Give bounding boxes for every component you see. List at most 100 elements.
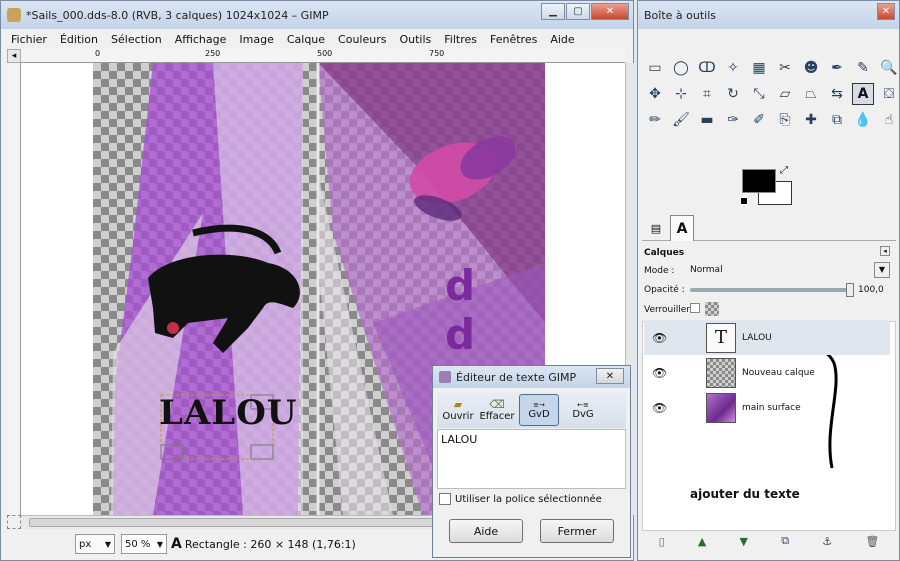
swap-colors-icon[interactable]: ⤢ bbox=[780, 165, 788, 176]
opacity-slider[interactable] bbox=[690, 283, 854, 297]
menu-edition[interactable]: Édition bbox=[60, 33, 98, 46]
lock-alpha-checkbox[interactable] bbox=[705, 302, 719, 316]
maximize-button[interactable]: ▢ bbox=[566, 3, 590, 20]
menu-aide[interactable]: Aide bbox=[550, 33, 574, 46]
use-font-label[interactable]: Utiliser la police sélectionnée bbox=[455, 494, 602, 505]
zoom-icon[interactable]: 🔍 bbox=[878, 57, 900, 79]
smudge-icon[interactable]: ☝ bbox=[878, 109, 900, 131]
pencil-icon[interactable]: ✏ bbox=[644, 109, 666, 131]
layer-name[interactable]: LALOU bbox=[742, 333, 772, 343]
anchor-layer-icon[interactable]: ⚓ bbox=[822, 535, 832, 548]
bucket-fill-icon[interactable]: ⛋ bbox=[878, 83, 900, 105]
duplicate-layer-icon[interactable]: ⧉ bbox=[781, 534, 789, 548]
magic-wand-icon[interactable]: ✧ bbox=[722, 57, 744, 79]
default-colors-icon[interactable] bbox=[740, 197, 748, 205]
rtl-button[interactable]: ←≡ DvG bbox=[563, 401, 603, 420]
horizontal-ruler[interactable]: 0 250 500 750 bbox=[21, 49, 625, 63]
quick-mask-toggle[interactable] bbox=[7, 515, 21, 529]
tab-text-tool[interactable]: A bbox=[670, 215, 694, 241]
eye-icon[interactable]: 👁 bbox=[652, 331, 667, 345]
minimize-button[interactable]: ▁ bbox=[541, 3, 565, 20]
unit-select[interactable]: px ▼ bbox=[75, 534, 115, 554]
mode-select[interactable]: Normal ▼ bbox=[690, 262, 890, 278]
clone-icon[interactable]: ⎘ bbox=[774, 109, 796, 131]
menu-calque[interactable]: Calque bbox=[287, 33, 325, 46]
move-icon[interactable]: ✥ bbox=[644, 83, 666, 105]
rotate-icon[interactable]: ↻ bbox=[722, 83, 744, 105]
raise-layer-icon[interactable]: ▲ bbox=[698, 535, 706, 548]
lasso-icon[interactable]: ↀ bbox=[696, 57, 718, 79]
text-editor-close-button[interactable]: ✕ bbox=[596, 368, 624, 384]
color-picker-icon[interactable]: ✎ bbox=[852, 57, 874, 79]
flip-icon[interactable]: ⇆ bbox=[826, 83, 848, 105]
menu-image[interactable]: Image bbox=[239, 33, 273, 46]
text-tool-icon[interactable]: A bbox=[852, 83, 874, 105]
menu-affichage[interactable]: Affichage bbox=[175, 33, 227, 46]
menu-outils[interactable]: Outils bbox=[399, 33, 431, 46]
layer-row-lalou[interactable]: 👁 T LALOU bbox=[644, 320, 890, 355]
menu-filtres[interactable]: Filtres bbox=[444, 33, 477, 46]
canvas-lalou-text[interactable]: LALOU bbox=[159, 393, 297, 433]
menu-fichier[interactable]: Fichier bbox=[11, 33, 47, 46]
text-area[interactable]: LALOU bbox=[437, 429, 626, 489]
menu-selection[interactable]: Sélection bbox=[111, 33, 162, 46]
opacity-handle[interactable] bbox=[846, 283, 854, 297]
foreground-color[interactable] bbox=[742, 169, 776, 193]
shear-icon[interactable]: ▱ bbox=[774, 83, 796, 105]
rtl-label: DvG bbox=[572, 408, 594, 420]
layer-name[interactable]: Nouveau calque bbox=[742, 368, 815, 378]
layer-row-main-surface[interactable]: 👁 main surface bbox=[644, 390, 890, 425]
ellipse-select-icon[interactable]: ◯ bbox=[670, 57, 692, 79]
eye-icon[interactable]: 👁 bbox=[652, 401, 667, 415]
opacity-value[interactable]: 100,0 bbox=[858, 285, 884, 295]
close-label: Fermer bbox=[557, 524, 597, 538]
layer-buttons: ▯ ▲ ▼ ⧉ ⚓ 🗑 bbox=[642, 531, 896, 551]
help-button[interactable]: Aide bbox=[449, 519, 523, 543]
layer-name[interactable]: main surface bbox=[742, 403, 801, 413]
airbrush-icon[interactable]: ✑ bbox=[722, 109, 744, 131]
toolbox-close-button[interactable]: ✕ bbox=[877, 3, 895, 20]
close-dialog-button[interactable]: Fermer bbox=[540, 519, 614, 543]
ruler-corner[interactable]: ◂ bbox=[7, 49, 21, 63]
layer-row-nouveau-calque[interactable]: 👁 Nouveau calque bbox=[644, 355, 890, 390]
eraser-icon[interactable]: ▬ bbox=[696, 109, 718, 131]
menu-fenetres[interactable]: Fenêtres bbox=[490, 33, 537, 46]
use-font-checkbox[interactable] bbox=[439, 493, 451, 505]
tab-layers[interactable]: ▤ bbox=[644, 217, 668, 239]
vertical-ruler[interactable] bbox=[7, 63, 21, 515]
zoom-select[interactable]: 50 % ▼ bbox=[121, 534, 167, 554]
mode-value: Normal bbox=[690, 265, 723, 275]
opacity-fill bbox=[690, 288, 850, 292]
eye-icon[interactable]: 👁 bbox=[652, 366, 667, 380]
blur-icon[interactable]: 💧 bbox=[852, 109, 874, 131]
paintbrush-icon[interactable]: 🖌 bbox=[670, 109, 692, 131]
image-window-titlebar[interactable]: *Sails_000.dds-8.0 (RVB, 3 calques) 1024… bbox=[1, 1, 633, 29]
rect-select-icon[interactable]: ▭ bbox=[644, 57, 666, 79]
paths-icon[interactable]: ✒ bbox=[826, 57, 848, 79]
ink-icon[interactable]: ✐ bbox=[748, 109, 770, 131]
crop-icon[interactable]: ⌗ bbox=[696, 83, 718, 105]
lower-layer-icon[interactable]: ▼ bbox=[740, 535, 748, 548]
scissors-icon[interactable]: ✂ bbox=[774, 57, 796, 79]
align-icon[interactable]: ⊹ bbox=[670, 83, 692, 105]
open-button[interactable]: ▰ Ouvrir bbox=[441, 398, 475, 422]
ltr-button[interactable]: ≡→ GvD bbox=[519, 394, 559, 426]
panel-menu-button[interactable]: ◂ bbox=[880, 246, 890, 256]
color-swatches: ⤢ bbox=[740, 165, 796, 211]
color-select-icon[interactable]: ▦ bbox=[748, 57, 770, 79]
close-button[interactable]: ✕ bbox=[591, 3, 629, 20]
app-icon bbox=[7, 8, 21, 22]
delete-layer-icon[interactable]: 🗑 bbox=[865, 535, 879, 548]
dock-tabs: ▤ A bbox=[642, 215, 896, 241]
menu-couleurs[interactable]: Couleurs bbox=[338, 33, 386, 46]
heal-icon[interactable]: ✚ bbox=[800, 109, 822, 131]
new-layer-icon[interactable]: ▯ bbox=[659, 535, 665, 548]
perspective-clone-icon[interactable]: ⧉ bbox=[826, 109, 848, 131]
perspective-icon[interactable]: ⏢ bbox=[800, 83, 822, 105]
foreground-select-icon[interactable]: ☻ bbox=[800, 57, 822, 79]
toolbox-titlebar[interactable]: Boîte à outils bbox=[638, 1, 899, 29]
ruler-mark-0: 0 bbox=[95, 49, 101, 58]
scale-icon[interactable]: ⤡ bbox=[748, 83, 770, 105]
clear-button[interactable]: ⌫ Effacer bbox=[479, 398, 515, 422]
lock-pixels-checkbox[interactable] bbox=[690, 303, 700, 313]
